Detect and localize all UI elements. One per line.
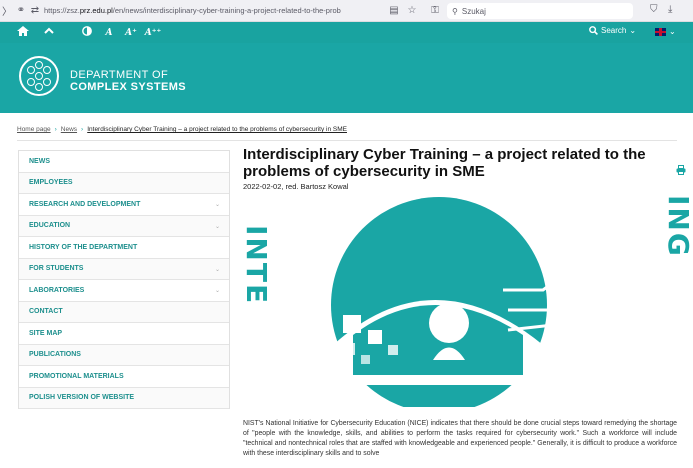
breadcrumb-current[interactable]: Interdisciplinary Cyber Training – a pro… [87,126,347,133]
department-name[interactable]: DEPARTMENT OF COMPLEX SYSTEMS [70,69,186,93]
sidebar-item-label: RESEARCH AND DEVELOPMENT [29,200,141,208]
download-icon[interactable]: ⤓ [668,4,672,15]
breadcrumb: Home page › News › Interdisciplinary Cyber T… [17,126,347,133]
star-icon[interactable]: ☆ [405,5,419,16]
sidebar-item-employees[interactable]: EMPLOYEES [19,172,229,194]
browser-toolbar: 〉 ⚭ ⇄ https://zsz.prz.edu.pl/en/news/int… [0,0,693,22]
hero-text-left: INTE [243,225,273,306]
sidebar-nav: NEWS EMPLOYEES RESEARCH AND DEVELOPMENT ⌄… [18,150,230,409]
home-icon[interactable] [12,26,34,39]
breadcrumb-home[interactable]: Home page [17,126,51,133]
sidebar-item-label: EDUCATION [29,222,71,230]
sidebar-item-polish-version[interactable]: POLISH VERSION OF WEBSITE [19,387,229,409]
search-icon [589,26,598,35]
site-header: DEPARTMENT OF COMPLEX SYSTEMS [0,43,693,113]
sidebar-item-publications[interactable]: PUBLICATIONS [19,344,229,366]
site-search-button[interactable]: Search ⌄ [589,26,636,35]
department-logo-icon[interactable] [19,56,59,96]
chevron-down-icon: ⌄ [669,27,676,36]
text-size-medium-button[interactable]: A⁺ [120,28,142,38]
sidebar-item-label: NEWS [29,157,50,165]
print-icon[interactable] [676,165,686,178]
hero-text-right: ING [662,195,693,258]
url-bar[interactable]: https://zsz.prz.edu.pl/en/news/interdisc… [44,6,344,15]
divider [17,140,677,141]
sidebar-item-label: PUBLICATIONS [29,351,81,359]
breadcrumb-separator-icon: › [54,126,57,133]
language-selector[interactable]: ⌄ [655,27,676,36]
sidebar-item-label: POLISH VERSION OF WEBSITE [29,394,135,402]
sidebar-item-contact[interactable]: CONTACT [19,301,229,323]
extension-icon[interactable]: ⚿ [428,5,442,16]
accessibility-toolbar: A A⁺ A⁺⁺ Search ⌄ ⌄ [0,22,693,43]
search-icon: ⚲ [452,6,458,16]
chevron-down-icon: ⌄ [629,26,637,35]
sidebar-item-news[interactable]: NEWS [19,151,229,173]
breadcrumb-separator-icon: › [81,126,84,133]
text-size-large-button[interactable]: A⁺⁺ [142,28,164,38]
shield-icon[interactable]: ⛉ [650,4,658,15]
sidebar-item-for-students[interactable]: FOR STUDENTS ⌄ [19,258,229,280]
chevron-down-icon[interactable]: ⌄ [215,223,220,230]
sidebar-item-label: EMPLOYEES [29,179,73,187]
sidebar-item-site-map[interactable]: SITE MAP [19,323,229,345]
chevron-down-icon[interactable]: ⌄ [215,287,220,294]
sidebar-item-label: HISTORY OF THE DEPARTMENT [29,243,138,251]
reader-icon[interactable]: ▤ [387,5,401,16]
sidebar-item-label: PROMOTIONAL MATERIALS [29,372,124,380]
chevron-up-icon[interactable] [38,27,60,38]
sidebar-item-history[interactable]: HISTORY OF THE DEPARTMENT [19,237,229,259]
sidebar-item-label: LABORATORIES [29,286,85,294]
permissions-icon[interactable]: ⇄ [28,5,42,16]
department-name-line1: DEPARTMENT OF [70,69,169,81]
sidebar-item-label: FOR STUDENTS [29,265,84,273]
sidebar-item-research[interactable]: RESEARCH AND DEVELOPMENT ⌄ [19,194,229,216]
department-name-line2: COMPLEX SYSTEMS [70,81,187,93]
article-title: Interdisciplinary Cyber Training – a pro… [243,146,646,180]
text-size-small-button[interactable]: A [98,28,120,38]
sidebar-item-label: CONTACT [29,308,63,316]
arrow-left-icon[interactable]: 〉 [0,3,14,18]
sidebar-item-education[interactable]: EDUCATION ⌄ [19,215,229,237]
uk-flag-icon [655,27,666,36]
sidebar-item-label: SITE MAP [29,329,63,337]
sidebar-item-laboratories[interactable]: LABORATORIES ⌄ [19,280,229,302]
browser-search-placeholder: Szukaj [461,6,486,16]
lock-icon[interactable]: ⚭ [14,5,28,16]
sidebar-item-promotional-materials[interactable]: PROMOTIONAL MATERIALS [19,366,229,388]
site-search-label: Search [601,26,627,35]
contrast-icon[interactable] [76,26,98,39]
article-meta: 2022-02-02, red. Bartosz Kowal [243,182,349,191]
article-hero-image: INTE ING [243,195,693,407]
browser-search-box[interactable]: ⚲ Szukaj [447,3,633,19]
article-body: NIST's National Initiative for Cybersecu… [243,420,677,457]
chevron-down-icon[interactable]: ⌄ [215,266,220,273]
breadcrumb-news[interactable]: News [61,126,77,133]
chevron-down-icon[interactable]: ⌄ [215,201,220,208]
